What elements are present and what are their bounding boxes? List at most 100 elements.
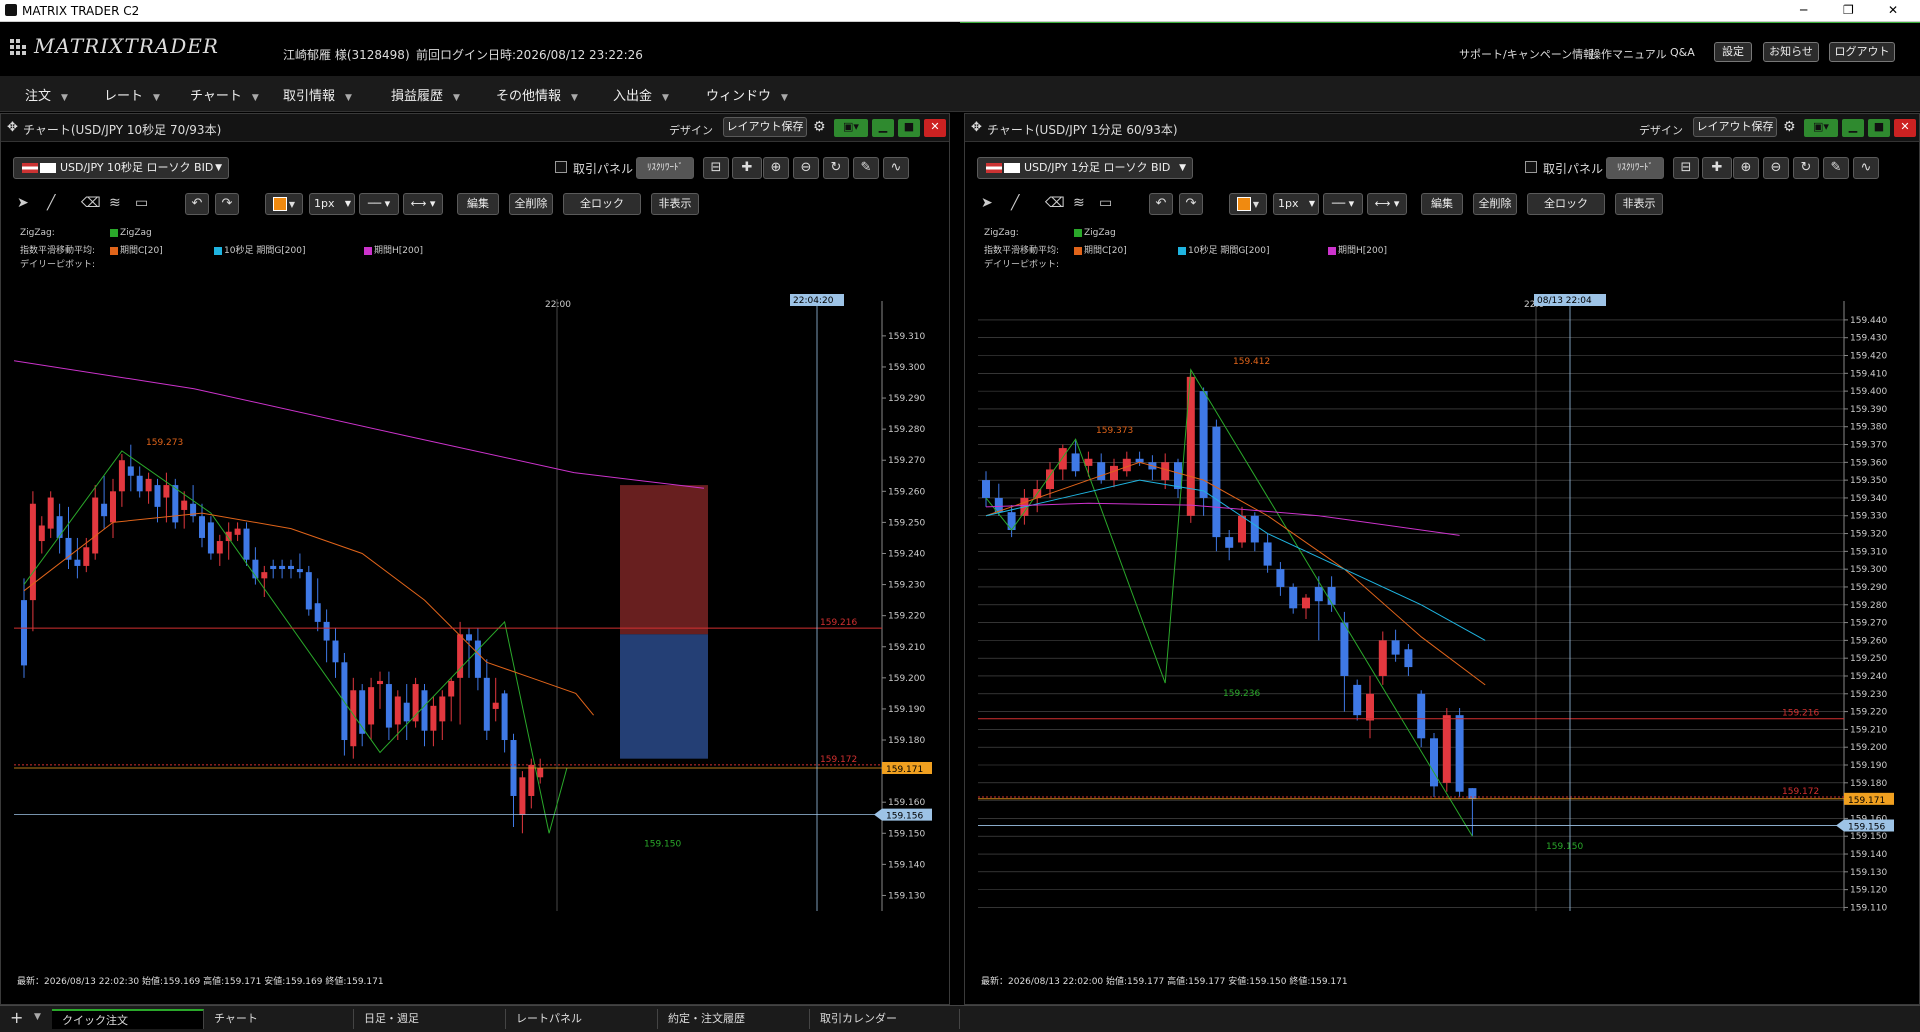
redo-icon[interactable]: ↷ (215, 193, 239, 215)
settings-button[interactable]: 設定 (1714, 42, 1752, 62)
candle-body (296, 569, 303, 573)
menu-deposit[interactable]: 入出金 ▼ (613, 85, 669, 104)
risk-reward-profit-zone[interactable] (620, 634, 708, 759)
tab-calendar[interactable]: 取引カレンダー (810, 1009, 960, 1029)
pen-icon[interactable]: ✎ (1823, 157, 1849, 179)
minimize-icon[interactable]: ─ (1800, 3, 1807, 17)
indicator-icon[interactable]: ∿ (1853, 157, 1879, 179)
line-style-select[interactable]: ── ▾ (1323, 193, 1363, 215)
eraser-icon[interactable]: ⌫ (1045, 195, 1065, 211)
app-icon (5, 4, 17, 16)
risk-reward-button[interactable]: ﾘｽｸﾘﾜｰﾄﾞ (636, 157, 694, 179)
tab-rate-panel[interactable]: レートパネル (506, 1009, 658, 1029)
trade-panel-checkbox[interactable] (1525, 161, 1537, 173)
maximize-icon[interactable]: ❐ (1843, 3, 1854, 17)
layout-save-button[interactable]: レイアウト保存 (723, 117, 807, 137)
line-width-select[interactable]: 1px ▼ (1273, 193, 1319, 215)
symbol-select[interactable]: USD/JPY 1分足 ローソク BID ▼ (977, 157, 1193, 179)
window-menu-icon[interactable]: ▣▾ (1804, 119, 1838, 137)
close-icon[interactable]: ✕ (1888, 3, 1898, 17)
redo-icon[interactable]: ↷ (1179, 193, 1203, 215)
zoom-in-icon[interactable]: ⊕ (1733, 157, 1759, 179)
minimize-panel-icon[interactable]: ▁ (1842, 119, 1864, 137)
qa-link[interactable]: Q&A (1670, 46, 1695, 59)
pen-icon[interactable]: ✎ (853, 157, 879, 179)
price-chart[interactable]: 159.440 159.430 159.420 159.410 159.400 159.3… (978, 271, 1904, 971)
fib-icon[interactable]: ≋ (109, 195, 121, 211)
menu-pl-history[interactable]: 損益履歴 ▼ (391, 85, 460, 104)
risk-reward-loss-zone[interactable] (620, 485, 708, 635)
menu-other-info[interactable]: その他情報 ▼ (496, 85, 578, 104)
hide-button[interactable]: 非表示 (651, 193, 699, 215)
tab-quick-order[interactable]: クイック注文 (52, 1009, 204, 1029)
risk-reward-button[interactable]: ﾘｽｸﾘﾜｰﾄﾞ (1606, 157, 1664, 179)
color-select[interactable]: ▼ (1229, 193, 1267, 215)
indicator-icon[interactable]: ∿ (883, 157, 909, 179)
line-extend-select[interactable]: ⟷ ▾ (1367, 193, 1407, 215)
manual-link[interactable]: 操作マニュアル (1590, 46, 1667, 62)
trade-panel-checkbox[interactable] (555, 161, 567, 173)
edit-button[interactable]: 編集 (1421, 193, 1463, 215)
cursor-icon[interactable]: ➤ (981, 195, 993, 211)
move-handle-icon[interactable]: ✥ (7, 120, 18, 135)
layout-save-button[interactable]: レイアウト保存 (1693, 117, 1777, 137)
shape-icon[interactable]: ▭ (1099, 195, 1112, 211)
close-panel-icon[interactable]: ✕ (1894, 119, 1916, 137)
fib-icon[interactable]: ≋ (1073, 195, 1085, 211)
tab-daily-weekly[interactable]: 日足・週足 (354, 1009, 506, 1029)
menu-chart[interactable]: チャート ▼ (190, 85, 259, 104)
zoom-in-icon[interactable]: ⊕ (763, 157, 789, 179)
hide-button[interactable]: 非表示 (1615, 193, 1663, 215)
line-icon[interactable]: ╱ (1011, 195, 1019, 211)
symbol-select[interactable]: USD/JPY 10秒足 ローソク BID ▼ (13, 157, 229, 179)
move-handle-icon[interactable]: ✥ (971, 120, 982, 135)
menu-rate[interactable]: レート ▼ (104, 85, 160, 104)
support-link[interactable]: サポート/キャンペーン情報 (1459, 46, 1594, 62)
menu-window[interactable]: ウィンドウ ▼ (706, 85, 788, 104)
ruler-icon[interactable]: ⊟ (703, 157, 729, 179)
zoom-out-icon[interactable]: ⊖ (1763, 157, 1789, 179)
ruler-icon[interactable]: ⊟ (1673, 157, 1699, 179)
menu-trade-info[interactable]: 取引情報 ▼ (283, 85, 352, 104)
window-menu-icon[interactable]: ▣▾ (834, 119, 868, 137)
refresh-icon[interactable]: ↻ (1793, 157, 1819, 179)
close-panel-icon[interactable]: ✕ (924, 119, 946, 137)
gear-icon[interactable]: ⚙ (813, 119, 826, 135)
lock-all-button[interactable]: 全ロック (1527, 193, 1605, 215)
logout-button[interactable]: ログアウト (1829, 42, 1895, 62)
minimize-panel-icon[interactable]: ▁ (872, 119, 894, 137)
refresh-icon[interactable]: ↻ (823, 157, 849, 179)
notices-button[interactable]: お知らせ (1763, 42, 1819, 62)
zigzag-annotation: 159.273 (146, 438, 183, 448)
edit-button[interactable]: 編集 (457, 193, 499, 215)
tab-label: 約定・注文履歴 (668, 1012, 745, 1025)
gear-icon[interactable]: ⚙ (1783, 119, 1796, 135)
maximize-panel-icon[interactable]: ■ (898, 119, 920, 137)
cursor-icon[interactable]: ➤ (17, 195, 29, 211)
color-select[interactable]: ▼ (265, 193, 303, 215)
line-style-select[interactable]: ── ▾ (359, 193, 399, 215)
line-width-select[interactable]: 1px ▼ (309, 193, 355, 215)
line-icon[interactable]: ╱ (47, 195, 55, 211)
menu-order[interactable]: 注文 ▼ (25, 85, 68, 104)
lock-all-button[interactable]: 全ロック (563, 193, 641, 215)
add-tab-icon[interactable]: + (10, 1008, 23, 1027)
zoom-out-icon[interactable]: ⊖ (793, 157, 819, 179)
tab-chart[interactable]: チャート (204, 1009, 354, 1029)
crosshair-icon[interactable]: ✚ (732, 157, 762, 179)
undo-icon[interactable]: ↶ (1149, 193, 1173, 215)
tab-execution-history[interactable]: 約定・注文履歴 (658, 1009, 810, 1029)
shape-icon[interactable]: ▭ (135, 195, 148, 211)
panel-title: チャート(USD/JPY 1分足 60/93本) (987, 123, 1178, 137)
candle-body (21, 600, 27, 666)
undo-icon[interactable]: ↶ (185, 193, 209, 215)
price-chart[interactable]: 159.310 159.300 159.290 159.280 159.270 159.2… (14, 271, 934, 971)
crosshair-icon[interactable]: ✚ (1702, 157, 1732, 179)
eraser-icon[interactable]: ⌫ (81, 195, 101, 211)
line-extend-select[interactable]: ⟷ ▾ (403, 193, 443, 215)
delete-all-button[interactable]: 全削除 (1473, 193, 1517, 215)
delete-all-button[interactable]: 全削除 (509, 193, 553, 215)
chevron-down-icon[interactable]: ▼ (34, 1012, 41, 1022)
y-tick-label: 159.260 (1850, 636, 1887, 646)
maximize-panel-icon[interactable]: ■ (1868, 119, 1890, 137)
